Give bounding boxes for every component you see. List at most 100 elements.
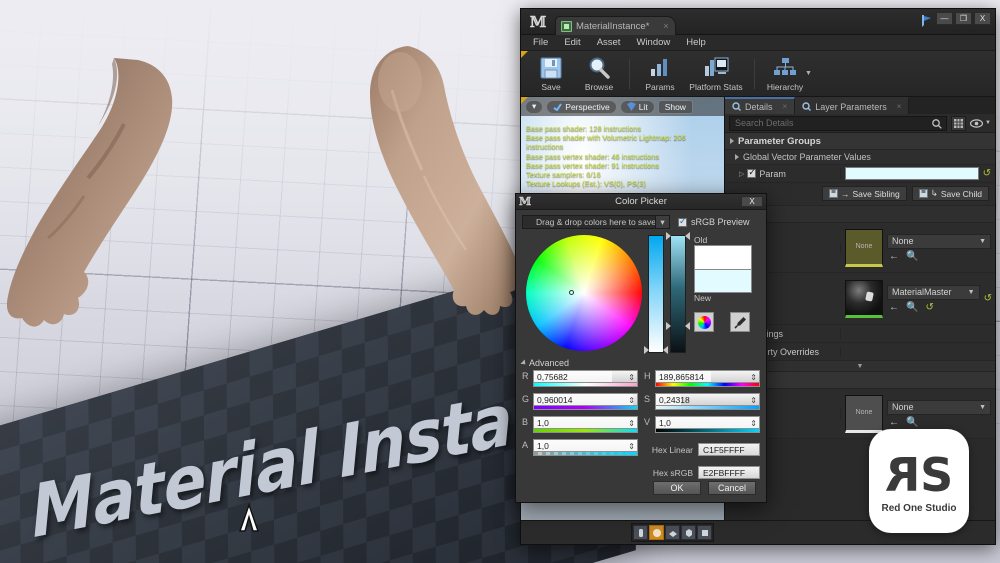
minimize-button[interactable]: — [936,12,953,25]
viewport-toolbar[interactable]: ▾ Perspective Lit Show [521,97,724,116]
rgba-column[interactable]: R 0,75682 ⇕ G 0,960014 ⇕ B 1,0 ⇕ A 1,0 ⇕ [522,370,638,479]
mesh-thumbnail[interactable]: None [845,394,883,433]
color-picker-dialog[interactable]: 𝕄 Color Picker X Drag & drop colors here… [515,193,767,503]
alpha-slider-handle-top-right[interactable] [685,232,690,240]
menu-file[interactable]: File [525,35,556,51]
details-tab-strip[interactable]: Details × Layer Parameters × [725,97,995,114]
field-s[interactable]: S 0,24318 ⇕ [644,393,760,410]
alpha-slider-handle-top-left[interactable] [666,232,671,240]
field-v[interactable]: V 1,0 ⇕ [644,416,760,433]
source-control-icon[interactable] [920,14,933,28]
browse-to-asset-icon[interactable]: 🔍 [906,417,918,428]
browse-to-asset-icon[interactable]: 🔍 [906,302,918,313]
menu-asset[interactable]: Asset [589,35,629,51]
preview-shape-buttons[interactable] [631,523,714,542]
s-input[interactable]: 0,24318 ⇕ [655,393,760,406]
alpha-slider-handle-left[interactable] [666,322,671,330]
a-input[interactable]: 1,0 ⇕ [533,439,638,452]
field-r[interactable]: R 0,75682 ⇕ [522,370,638,387]
spinner-icon[interactable]: ⇕ [628,396,635,405]
close-icon[interactable]: × [783,102,788,111]
asset-tab-materialinstance[interactable]: MaterialInstance* × [555,16,676,35]
hex-srgb-row[interactable]: Hex sRGB E2FBFFFF [644,466,760,479]
chevron-down-icon[interactable]: ▾ [655,215,670,229]
close-icon[interactable]: × [897,102,902,111]
details-search-row[interactable]: Search Details ▼ [725,114,995,133]
hierarchy-button[interactable]: Hierarchy [761,52,809,96]
chevron-down-icon[interactable]: ▼ [805,70,812,77]
eyedropper-button[interactable] [730,312,750,332]
color-picker-tools[interactable] [694,312,760,332]
value-slider-handle-right[interactable] [663,346,668,354]
color-picker-main[interactable]: Old New [516,229,766,354]
spinner-icon[interactable]: ⇕ [750,396,757,405]
field-g[interactable]: G 0,960014 ⇕ [522,393,638,410]
spinner-icon[interactable]: ⇕ [628,373,635,382]
close-button[interactable]: X [741,196,763,207]
viewport-lit-button[interactable]: Lit [619,99,655,114]
cancel-button[interactable]: Cancel [708,481,756,495]
reset-to-default-icon[interactable]: ↺ [925,302,933,313]
parent-material-value-cell[interactable]: None None ▼ ← 🔍 [841,227,995,269]
tab-layer-parameters[interactable]: Layer Parameters × [795,97,910,114]
use-selected-asset-icon[interactable]: ← [889,302,899,313]
color-wheel-selector[interactable] [569,290,574,295]
material-master-picker[interactable]: MaterialMaster ▼ ← 🔍 ↺ [887,284,980,313]
grid-view-button[interactable] [951,115,967,131]
field-b[interactable]: B 1,0 ⇕ [522,416,638,433]
mesh-picker[interactable]: None ▼ ← 🔍 [887,399,991,428]
parent-material-thumbnail[interactable]: None [845,228,883,267]
viewport-options-button[interactable]: ▾ [525,99,544,114]
menu-bar[interactable]: File Edit Asset Window Help [521,35,995,51]
r-input[interactable]: 0,75682 ⇕ [533,370,638,383]
save-button[interactable]: Save [527,52,575,96]
menu-window[interactable]: Window [628,35,678,51]
browse-button[interactable]: Browse [575,52,623,96]
g-field-wrap[interactable]: 0,960014 ⇕ [533,393,638,410]
spinner-icon[interactable]: ⇕ [628,419,635,428]
lightmass-value-cell[interactable] [841,332,995,336]
param-value-cell[interactable]: ↺ [841,165,995,182]
use-selected-asset-icon[interactable]: ← [889,251,899,262]
hsv-column[interactable]: H 189,865814 ⇕ S 0,24318 ⇕ V 1,0 ⇕ Hex L… [644,370,760,479]
property-row-param[interactable]: ▷ Param ↺ [725,165,995,183]
saved-colors-dragbar[interactable]: Drag & drop colors here to save ▾ [522,215,670,229]
preview-shape-plane-button[interactable] [665,525,680,540]
material-master-combo[interactable]: MaterialMaster ▼ [887,284,980,300]
save-sibling-button[interactable]: → Save Sibling [822,186,907,201]
ok-button[interactable]: OK [653,481,701,495]
search-icon[interactable] [932,118,942,129]
row-reset-icon[interactable]: ↺ [984,293,995,304]
color-fields[interactable]: R 0,75682 ⇕ G 0,960014 ⇕ B 1,0 ⇕ A 1,0 ⇕… [516,370,766,479]
mesh-actions[interactable]: ← 🔍 [887,417,991,428]
param-color-swatch[interactable] [845,167,979,180]
alpha-slider-handle-right[interactable] [685,322,690,330]
material-master-value-cell[interactable]: MaterialMaster ▼ ← 🔍 ↺ [841,278,984,320]
hex-linear-input[interactable]: C1F5FFFF [698,443,760,456]
a-field-wrap[interactable]: 1,0 ⇕ [533,439,638,456]
b-input[interactable]: 1,0 ⇕ [533,416,638,429]
mesh-combo[interactable]: None ▼ [887,399,991,415]
material-master-actions[interactable]: ← 🔍 ↺ [887,302,980,313]
viewport-perspective-button[interactable]: Perspective [546,99,617,114]
viewport-show-button[interactable]: Show [657,99,693,114]
menu-help[interactable]: Help [678,35,714,51]
srgb-preview-checkbox[interactable]: sRGB Preview [678,215,760,229]
menu-edit[interactable]: Edit [556,35,588,51]
parent-material-combo[interactable]: None ▼ [887,233,991,249]
preview-shape-cube-button[interactable] [681,525,696,540]
group-global-vector-parameter-values[interactable]: Global Vector Parameter Values [725,150,995,165]
color-picker-footer[interactable]: OK Cancel [516,481,766,502]
browse-to-asset-icon[interactable]: 🔍 [906,251,918,262]
b-field-wrap[interactable]: 1,0 ⇕ [533,416,638,433]
field-a[interactable]: A 1,0 ⇕ [522,439,638,456]
reset-to-default-icon[interactable]: ↺ [983,168,991,179]
params-button[interactable]: Params [636,52,684,96]
preview-shape-custom-button[interactable] [697,525,712,540]
v-input[interactable]: 1,0 ⇕ [655,416,760,429]
asset-toolbar[interactable]: Save Browse Params Platform Stats Hierar… [521,51,995,97]
parent-material-actions[interactable]: ← 🔍 [887,251,991,262]
hex-linear-row[interactable]: Hex Linear C1F5FFFF [644,443,760,456]
hex-srgb-input[interactable]: E2FBFFFF [698,466,760,479]
close-button[interactable]: X [974,12,991,25]
